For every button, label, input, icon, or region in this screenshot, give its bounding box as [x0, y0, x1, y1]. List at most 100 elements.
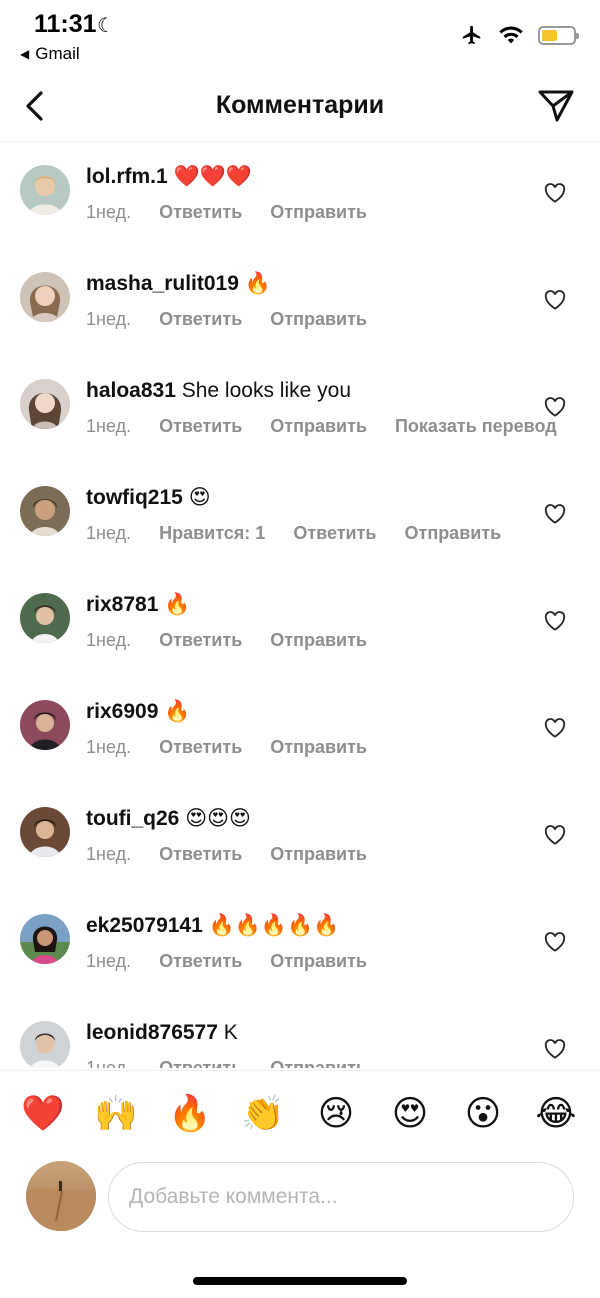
comment-username[interactable]: leonid876577 — [86, 1021, 218, 1044]
comment-time: 1нед. — [86, 202, 132, 222]
back-app-label: Gmail — [35, 44, 80, 63]
comment-item: rix6909 🔥 1нед. Ответить Отправить — [0, 678, 600, 785]
comment-username[interactable]: haloa831 — [86, 379, 176, 402]
comment-emoji: ❤️❤️❤️ — [173, 165, 252, 188]
reaction-laughing-button[interactable]: 😂 — [533, 1091, 579, 1137]
send-button[interactable]: Отправить — [270, 202, 367, 223]
reply-button[interactable]: Ответить — [159, 844, 242, 865]
comment-emoji: 😍 — [188, 486, 211, 509]
reply-button[interactable]: Ответить — [159, 1058, 242, 1068]
comment-time: 1нед. — [86, 844, 132, 864]
back-to-app-link[interactable]: ◀ Gmail — [20, 44, 80, 64]
reaction-raised-hands-button[interactable]: 🙌 — [93, 1091, 139, 1137]
status-bar: 11:31 ☾ ◀ Gmail — [0, 0, 600, 70]
comment-item: ek25079141 🔥🔥🔥🔥🔥 1нед. Ответить Отправит… — [0, 892, 600, 999]
heart-icon[interactable] — [544, 183, 566, 203]
comment-username[interactable]: rix8781 — [86, 593, 158, 616]
reply-button[interactable]: Ответить — [159, 309, 242, 330]
reaction-crying-button[interactable]: 😢 — [313, 1091, 359, 1137]
send-button[interactable]: Отправить — [270, 416, 367, 437]
heart-icon[interactable] — [544, 504, 566, 524]
comment-username[interactable]: towfiq215 — [86, 486, 183, 509]
comments-list[interactable]: lol.rfm.1 ❤️❤️❤️ 1нед. Ответить Отправит… — [0, 143, 600, 1068]
avatar[interactable] — [20, 165, 70, 215]
reply-button[interactable]: Ответить — [159, 737, 242, 758]
avatar[interactable] — [20, 486, 70, 536]
quick-reactions-bar: ❤️ 🙌 🔥 👏 😢 😍 😮 😂 — [0, 1070, 600, 1154]
comment-time: 1нед. — [86, 630, 132, 650]
heart-icon[interactable] — [544, 397, 566, 417]
avatar[interactable] — [20, 914, 70, 964]
comment-item: masha_rulit019 🔥 1нед. Ответить Отправит… — [0, 250, 600, 357]
heart-icon[interactable] — [544, 718, 566, 738]
comment-item: lol.rfm.1 ❤️❤️❤️ 1нед. Ответить Отправит… — [0, 143, 600, 250]
heart-icon[interactable] — [544, 1039, 566, 1059]
comment-time: 1нед. — [86, 309, 132, 329]
show-translation-button[interactable]: Показать перевод — [395, 416, 557, 437]
share-button[interactable] — [534, 86, 578, 126]
comment-emoji: 🔥 — [164, 593, 191, 616]
comment-item: leonid876577 K 1нед. Ответить Отправить — [0, 999, 600, 1068]
likes-count[interactable]: Нравится: 1 — [159, 523, 265, 544]
reaction-fire-button[interactable]: 🔥 — [167, 1091, 213, 1137]
comment-time: 1нед. — [86, 1058, 132, 1068]
send-button[interactable]: Отправить — [270, 1058, 367, 1068]
send-button[interactable]: Отправить — [270, 951, 367, 972]
back-triangle-icon: ◀ — [20, 47, 30, 61]
comment-item: toufi_q26 😍😍😍 1нед. Ответить Отправить — [0, 785, 600, 892]
comment-compose-bar — [0, 1155, 600, 1245]
comment-item: towfiq215 😍 1нед. Нравится: 1 Ответить О… — [0, 464, 600, 571]
reply-button[interactable]: Ответить — [293, 523, 376, 544]
send-button[interactable]: Отправить — [270, 844, 367, 865]
reply-button[interactable]: Ответить — [159, 630, 242, 651]
avatar[interactable] — [20, 807, 70, 857]
status-time: 11:31 — [34, 10, 97, 38]
send-button[interactable]: Отправить — [405, 523, 502, 544]
paper-plane-icon — [538, 90, 574, 122]
comment-time: 1нед. — [86, 951, 132, 971]
avatar[interactable] — [20, 593, 70, 643]
comment-item: rix8781 🔥 1нед. Ответить Отправить — [0, 571, 600, 678]
wifi-icon — [499, 26, 523, 44]
comment-username[interactable]: masha_rulit019 — [86, 272, 239, 295]
comment-text: K — [223, 1021, 238, 1044]
heart-icon[interactable] — [544, 611, 566, 631]
reaction-heart-eyes-button[interactable]: 😍 — [387, 1091, 433, 1137]
comment-time: 1нед. — [86, 523, 132, 543]
comment-emoji: 🔥 — [244, 272, 271, 295]
comment-emoji: 🔥🔥🔥🔥🔥 — [208, 914, 340, 937]
airplane-icon — [462, 25, 481, 45]
my-avatar — [26, 1161, 96, 1231]
comment-username[interactable]: toufi_q26 — [86, 807, 179, 830]
avatar[interactable] — [20, 379, 70, 429]
send-button[interactable]: Отправить — [270, 309, 367, 330]
comment-input[interactable] — [108, 1162, 574, 1232]
reaction-heart-button[interactable]: ❤️ — [20, 1091, 66, 1137]
comment-text: She looks like you — [181, 379, 351, 402]
reply-button[interactable]: Ответить — [159, 202, 242, 223]
moon-icon: ☾ — [97, 15, 115, 37]
comment-username[interactable]: rix6909 — [86, 700, 158, 723]
avatar[interactable] — [20, 700, 70, 750]
page-title: Комментарии — [215, 91, 385, 119]
heart-icon[interactable] — [544, 290, 566, 310]
reaction-surprised-button[interactable]: 😮 — [460, 1091, 506, 1137]
battery-icon — [538, 25, 579, 45]
reply-button[interactable]: Ответить — [159, 416, 242, 437]
reply-button[interactable]: Ответить — [159, 951, 242, 972]
comment-emoji: 😍😍😍 — [185, 807, 251, 830]
comment-item: haloa831 She looks like you 1нед. Ответи… — [0, 357, 600, 464]
heart-icon[interactable] — [544, 825, 566, 845]
home-indicator[interactable] — [193, 1277, 407, 1285]
comment-username[interactable]: lol.rfm.1 — [86, 165, 168, 188]
comment-username[interactable]: ek25079141 — [86, 914, 203, 937]
status-icons — [446, 24, 579, 46]
comment-time: 1нед. — [86, 737, 132, 757]
avatar[interactable] — [20, 272, 70, 322]
reaction-clap-button[interactable]: 👏 — [240, 1091, 286, 1137]
heart-icon[interactable] — [544, 932, 566, 952]
avatar[interactable] — [20, 1021, 70, 1068]
send-button[interactable]: Отправить — [270, 737, 367, 758]
send-button[interactable]: Отправить — [270, 630, 367, 651]
comment-time: 1нед. — [86, 416, 132, 436]
